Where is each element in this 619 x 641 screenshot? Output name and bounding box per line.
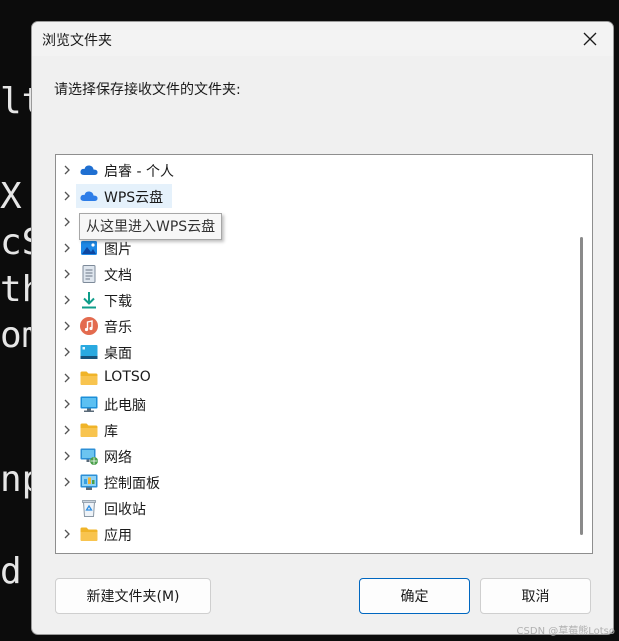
close-button[interactable]: [567, 22, 613, 56]
wps-cloud-tooltip: 从这里进入WPS云盘: [79, 213, 223, 240]
tree-item-label: 图片: [104, 242, 132, 258]
chevron-right-icon[interactable]: [62, 269, 72, 279]
tree-item-desktop[interactable]: 桌面: [56, 339, 566, 365]
cancel-button[interactable]: 取消: [480, 578, 591, 614]
tree-item-label: 网络: [104, 450, 132, 466]
new-folder-button[interactable]: 新建文件夹(M): [55, 578, 211, 614]
chevron-right-icon[interactable]: [62, 243, 72, 253]
tree-item-lotso[interactable]: LOTSO: [56, 365, 566, 391]
dialog-prompt: 请选择保存接收文件的文件夹:: [54, 82, 241, 98]
tree-item-label: 启睿 - 个人: [104, 164, 174, 180]
onedrive-cloud-icon: [80, 165, 98, 175]
tree-item-label: 回收站: [104, 502, 146, 518]
tree-item-label: 下载: [104, 294, 132, 310]
chevron-right-icon[interactable]: [62, 347, 72, 357]
this-pc-icon: [80, 396, 98, 412]
chevron-right-icon[interactable]: [62, 399, 72, 409]
chevron-right-icon[interactable]: [62, 295, 72, 305]
tree-item-label: 应用: [104, 528, 132, 544]
music-icon: [80, 317, 98, 335]
tree-item-library[interactable]: 库: [56, 417, 566, 443]
library-folder-icon: [80, 423, 98, 437]
wps-cloud-icon: [80, 191, 98, 201]
chevron-right-icon[interactable]: [62, 425, 72, 435]
dialog-title: 浏览文件夹: [42, 33, 112, 49]
apps-folder-icon: [80, 527, 98, 541]
desktop-icon: [80, 345, 98, 359]
chevron-right-icon[interactable]: [62, 321, 72, 331]
tree-item-label: 音乐: [104, 320, 132, 336]
documents-icon: [82, 265, 96, 283]
tree-item-label: WPS云盘: [104, 190, 164, 206]
folder-icon: [80, 371, 98, 385]
tree-item-label: 文档: [104, 268, 132, 284]
chevron-right-icon[interactable]: [62, 191, 72, 201]
tree-item-apps[interactable]: 应用: [56, 521, 566, 547]
tree-item-label: 此电脑: [104, 398, 146, 414]
chevron-right-icon[interactable]: [62, 529, 72, 539]
terminal-line: X: [0, 176, 22, 217]
control-panel-icon: [80, 474, 98, 490]
tree-item-control-panel[interactable]: 控制面板: [56, 469, 566, 495]
tree-item-label: 桌面: [104, 346, 132, 362]
tree-item-onedrive[interactable]: 启睿 - 个人: [56, 157, 566, 183]
pictures-icon: [81, 241, 97, 255]
dialog-titlebar[interactable]: 浏览文件夹: [32, 22, 613, 56]
tree-item-music[interactable]: 音乐: [56, 313, 566, 339]
ok-button[interactable]: 确定: [359, 578, 470, 614]
browse-folder-dialog: 浏览文件夹 请选择保存接收文件的文件夹: 启睿 - 个人 WPS云盘 图片 文档…: [31, 21, 614, 635]
tree-item-label: LOTSO: [104, 369, 151, 385]
chevron-right-icon[interactable]: [62, 451, 72, 461]
scrollbar-thumb[interactable]: [580, 237, 583, 535]
tree-item-recycle-bin[interactable]: 回收站: [56, 495, 566, 521]
tree-item-label: 控制面板: [104, 476, 160, 492]
chevron-right-icon[interactable]: [62, 217, 72, 227]
terminal-line: d: [0, 551, 22, 592]
downloads-icon: [82, 292, 96, 309]
watermark: CSDN @草莓熊Lotso: [516, 626, 615, 637]
network-icon: [80, 448, 98, 465]
tree-item-label: 库: [104, 424, 118, 440]
tree-item-downloads[interactable]: 下载: [56, 287, 566, 313]
tree-item-wps-cloud[interactable]: WPS云盘: [56, 183, 566, 209]
chevron-right-icon[interactable]: [62, 165, 72, 175]
recycle-bin-icon: [82, 500, 96, 517]
close-icon: [583, 32, 597, 46]
vertical-scrollbar[interactable]: [572, 155, 592, 553]
tree-item-documents[interactable]: 文档: [56, 261, 566, 287]
tree-item-network[interactable]: 网络: [56, 443, 566, 469]
chevron-right-icon[interactable]: [62, 477, 72, 487]
chevron-right-icon[interactable]: [62, 373, 72, 383]
tree-item-this-pc[interactable]: 此电脑: [56, 391, 566, 417]
